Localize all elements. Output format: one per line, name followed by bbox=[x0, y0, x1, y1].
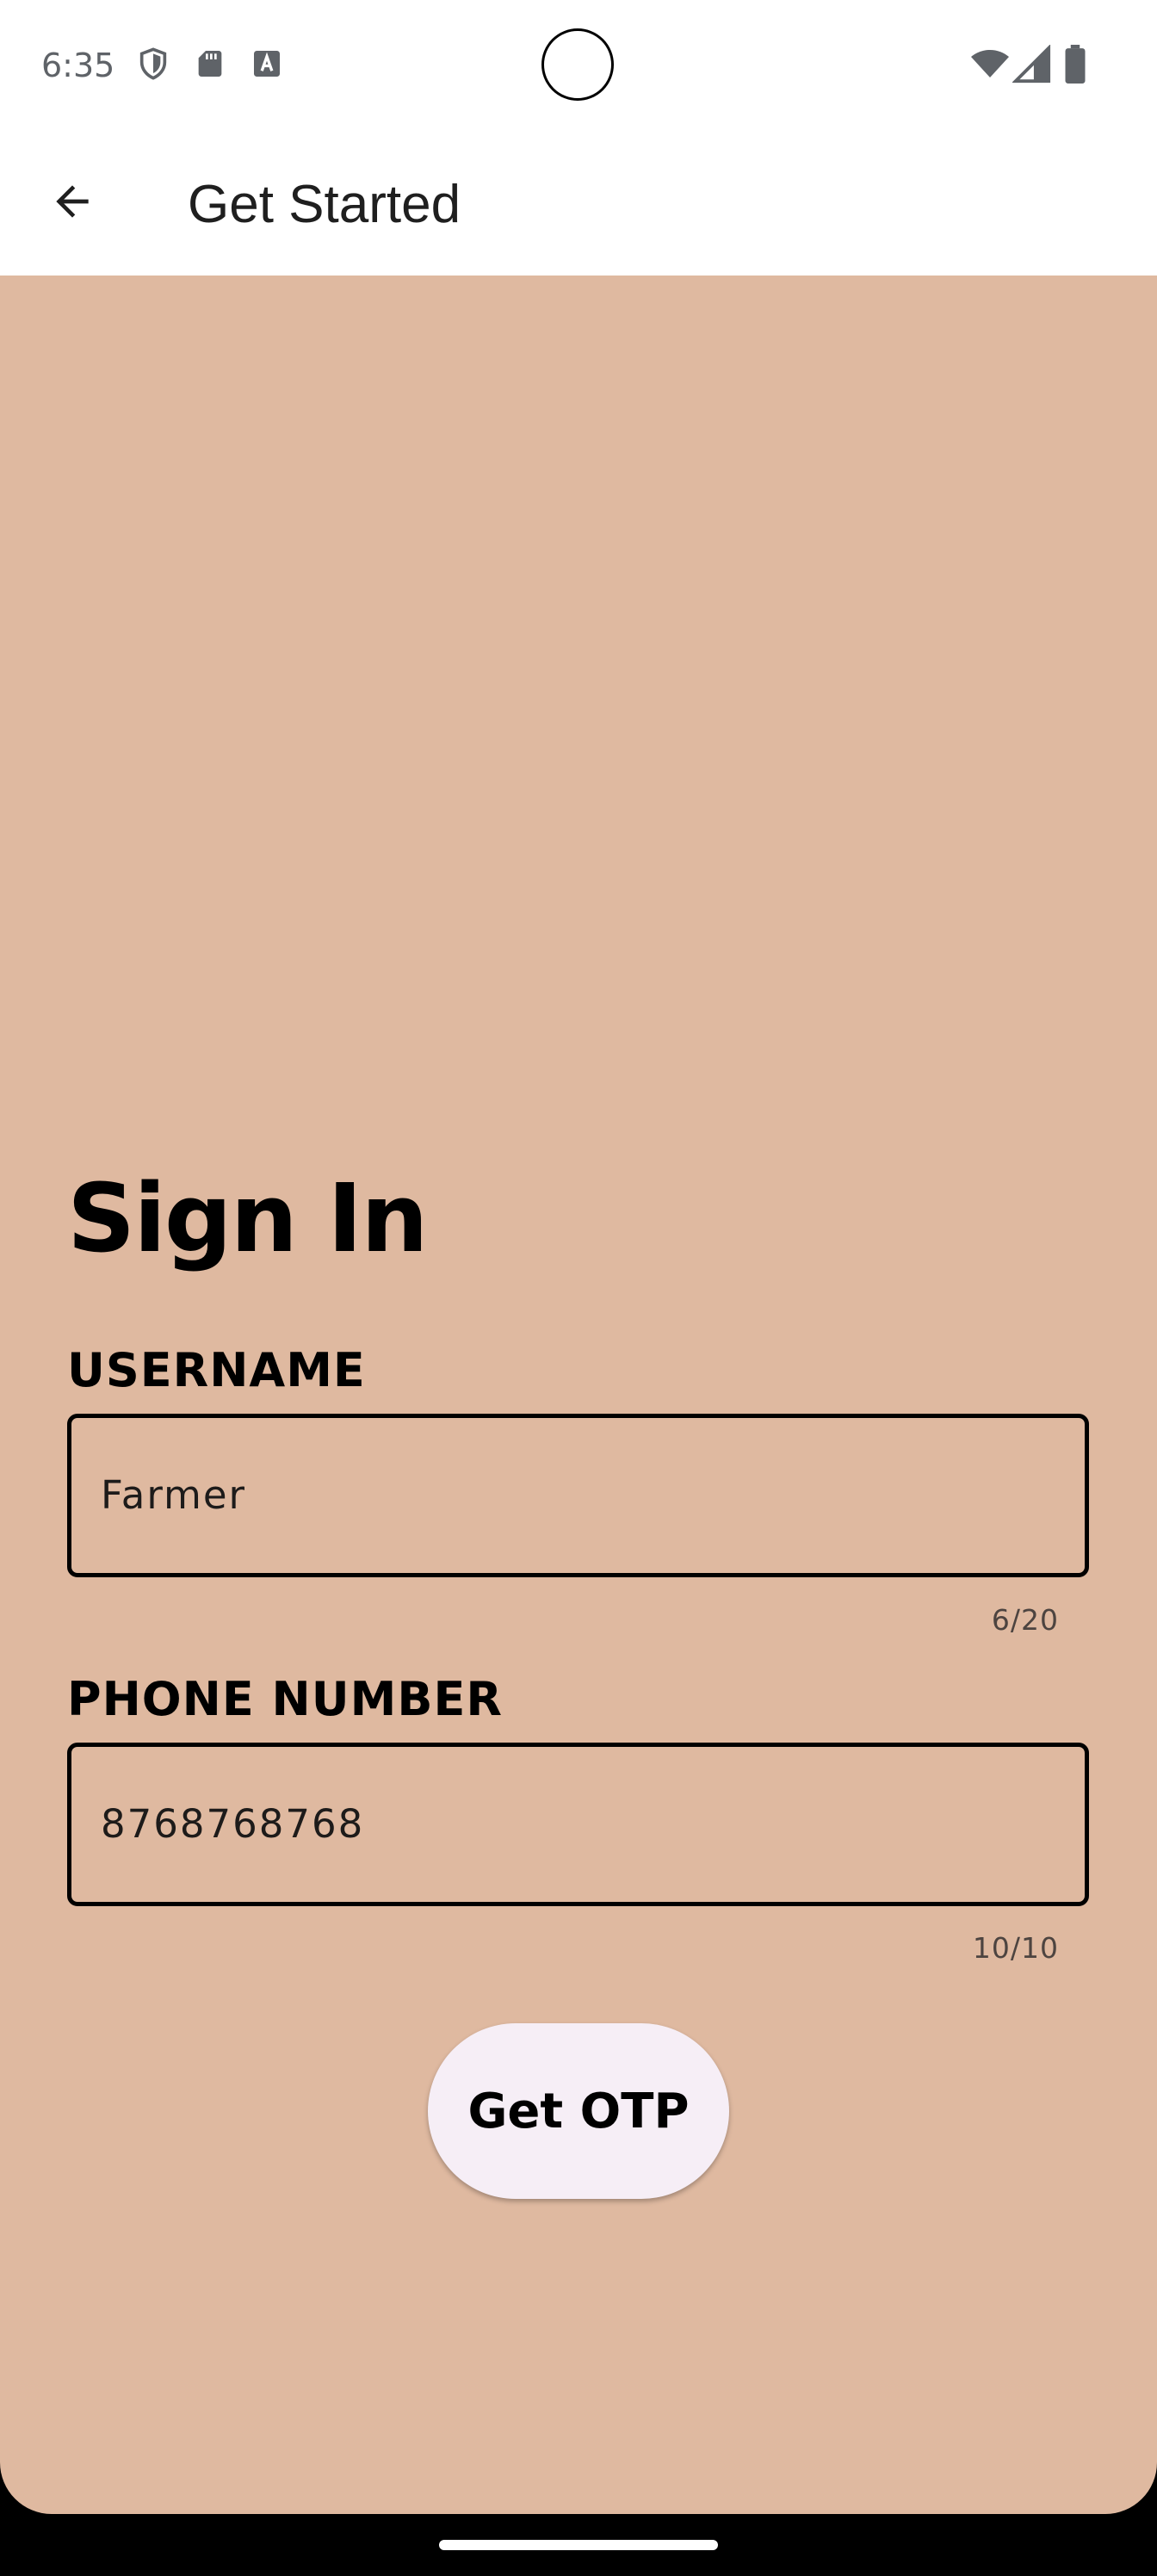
phone-screen: 6:35 Get Started Sign In USERNAME Farmer… bbox=[0, 0, 1157, 2576]
phone-number-value: 8768768768 bbox=[101, 1801, 365, 1847]
status-bar: 6:35 bbox=[0, 0, 1157, 131]
home-indicator[interactable] bbox=[439, 2540, 718, 2550]
shield-icon bbox=[136, 46, 170, 81]
username-counter: 6/20 bbox=[991, 1603, 1059, 1637]
camera-cutout bbox=[541, 28, 614, 101]
status-time: 6:35 bbox=[41, 46, 115, 84]
sd-card-icon bbox=[193, 46, 227, 81]
wifi-icon bbox=[969, 43, 1011, 84]
get-otp-button[interactable]: Get OTP bbox=[428, 2023, 729, 2199]
app-bar: Get Started bbox=[0, 131, 1157, 276]
font-download-icon bbox=[250, 46, 284, 81]
cellular-signal-icon bbox=[1012, 44, 1052, 84]
page-title: Get Started bbox=[188, 175, 461, 234]
phone-number-counter: 10/10 bbox=[972, 1931, 1059, 1965]
sign-in-heading: Sign In bbox=[67, 1163, 429, 1273]
sign-in-panel: Sign In USERNAME Farmer 6/20 PHONE NUMBE… bbox=[0, 276, 1157, 2514]
phone-number-label: PHONE NUMBER bbox=[67, 1672, 503, 1726]
battery-icon bbox=[1062, 45, 1088, 84]
arrow-back-icon bbox=[48, 177, 96, 230]
username-value: Farmer bbox=[101, 1472, 247, 1518]
phone-number-field[interactable]: 8768768768 bbox=[67, 1743, 1089, 1906]
username-field[interactable]: Farmer bbox=[67, 1414, 1089, 1577]
get-otp-label: Get OTP bbox=[467, 2083, 690, 2139]
username-label: USERNAME bbox=[67, 1343, 366, 1397]
back-button[interactable] bbox=[34, 165, 110, 241]
